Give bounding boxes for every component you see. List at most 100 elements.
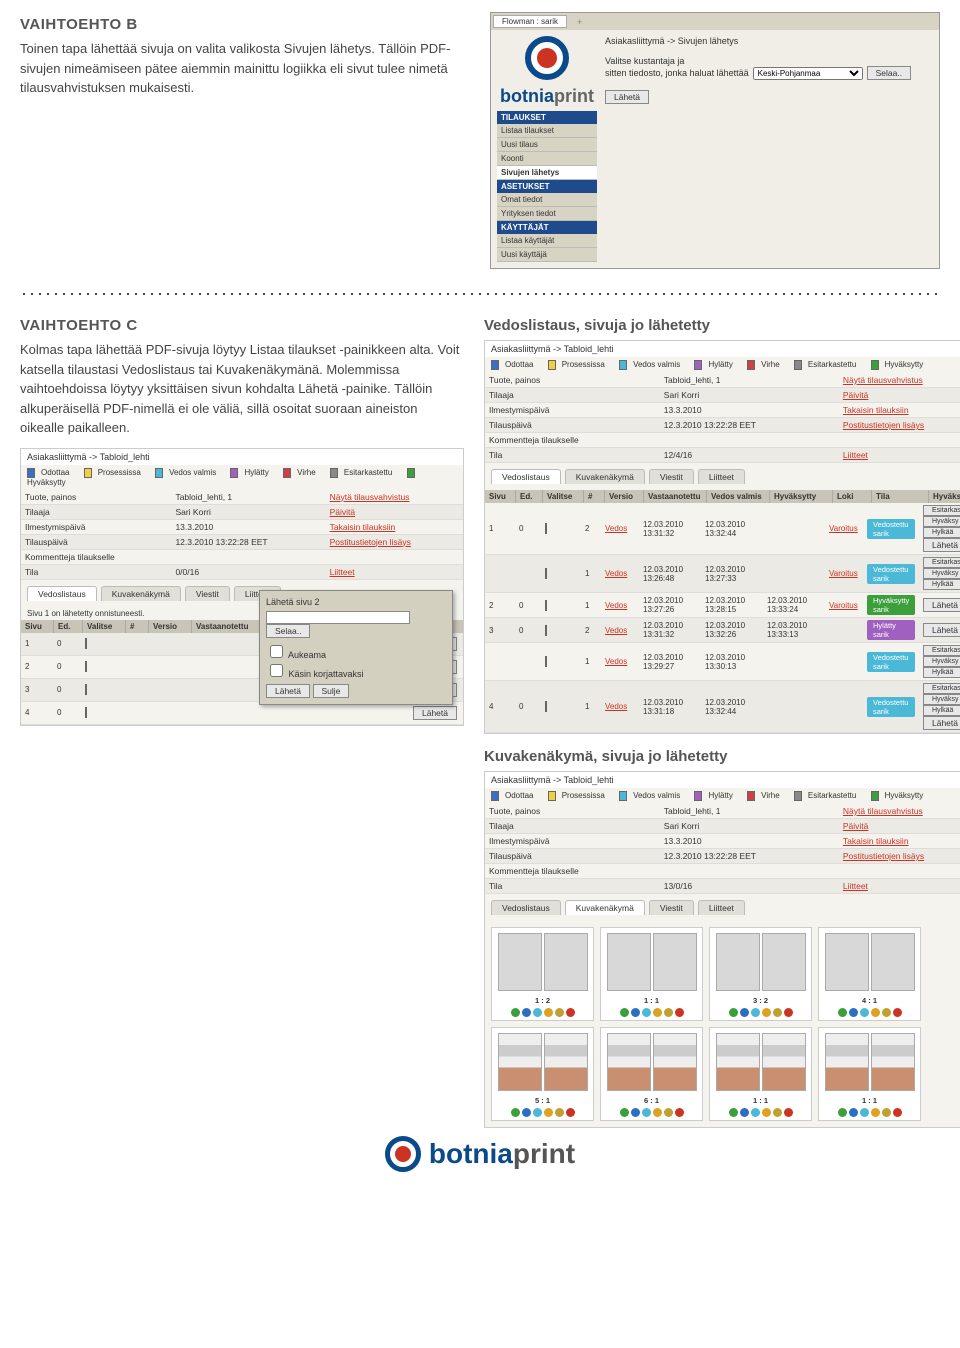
ok-icon[interactable] xyxy=(729,1008,738,1017)
side-omat-tiedot[interactable]: Omat tiedot xyxy=(497,193,597,207)
edit-icon[interactable] xyxy=(664,1008,673,1017)
thumb-cell[interactable]: 1 : 1 xyxy=(709,1027,812,1121)
delete-icon[interactable] xyxy=(566,1008,575,1017)
edit-icon[interactable] xyxy=(555,1008,564,1017)
link-paivita[interactable]: Päivitä xyxy=(330,507,356,517)
delete-icon[interactable] xyxy=(784,1108,793,1117)
warn-icon[interactable] xyxy=(762,1008,771,1017)
tab-viestit[interactable]: Viestit xyxy=(185,586,230,601)
vedos-breadcrumb: Asiakasliittymä -> Tabloid_lehti xyxy=(485,341,960,357)
delete-icon[interactable] xyxy=(675,1008,684,1017)
popup-browse-button[interactable]: Selaa.. xyxy=(266,624,310,638)
refresh-icon[interactable] xyxy=(751,1108,760,1117)
edit-icon[interactable] xyxy=(555,1108,564,1117)
warn-icon[interactable] xyxy=(871,1108,880,1117)
refresh-icon[interactable] xyxy=(533,1008,542,1017)
browse-button[interactable]: Selaa.. xyxy=(867,66,911,80)
info-icon[interactable] xyxy=(522,1108,531,1117)
link-postitus[interactable]: Postitustietojen lisäys xyxy=(330,537,411,547)
side-yrityksen-tiedot[interactable]: Yrityksen tiedot xyxy=(497,207,597,221)
delete-icon[interactable] xyxy=(893,1108,902,1117)
thumb-cell[interactable]: 1 : 2 xyxy=(491,927,594,1021)
info-icon[interactable] xyxy=(631,1108,640,1117)
thumb-cell[interactable]: 5 : 1 xyxy=(491,1027,594,1121)
popup-file-input[interactable] xyxy=(266,611,410,624)
page-thumb[interactable] xyxy=(85,684,87,695)
page-thumb[interactable] xyxy=(545,523,547,534)
warn-icon[interactable] xyxy=(762,1108,771,1117)
info-icon[interactable] xyxy=(849,1008,858,1017)
thumb-cell[interactable]: 4 : 1 xyxy=(818,927,921,1021)
info-icon[interactable] xyxy=(522,1008,531,1017)
row-send-button[interactable]: Lähetä xyxy=(923,716,960,730)
refresh-icon[interactable] xyxy=(642,1108,651,1117)
side-uusi-kayttaja[interactable]: Uusi käyttäjä xyxy=(497,248,597,262)
browser-tab[interactable]: Flowman : sarik xyxy=(493,15,567,28)
refresh-icon[interactable] xyxy=(860,1108,869,1117)
warn-icon[interactable] xyxy=(544,1108,553,1117)
edit-icon[interactable] xyxy=(773,1108,782,1117)
refresh-icon[interactable] xyxy=(533,1108,542,1117)
ok-icon[interactable] xyxy=(838,1108,847,1117)
refresh-icon[interactable] xyxy=(751,1008,760,1017)
warn-icon[interactable] xyxy=(544,1008,553,1017)
page-thumb[interactable] xyxy=(545,656,547,667)
delete-icon[interactable] xyxy=(893,1008,902,1017)
link-liitteet[interactable]: Liitteet xyxy=(330,567,355,577)
edit-icon[interactable] xyxy=(882,1008,891,1017)
side-listaa-kayttajat[interactable]: Listaa käyttäjät xyxy=(497,234,597,248)
new-tab-icon[interactable]: + xyxy=(571,17,588,27)
page-thumb[interactable] xyxy=(85,661,87,672)
popup-send-button[interactable]: Lähetä xyxy=(266,684,310,698)
send-button[interactable]: Lähetä xyxy=(605,90,649,104)
refresh-icon[interactable] xyxy=(642,1008,651,1017)
ok-icon[interactable] xyxy=(838,1008,847,1017)
page-thumb[interactable] xyxy=(545,568,547,579)
popup-chk-korjattavaksi[interactable] xyxy=(270,664,283,677)
edit-icon[interactable] xyxy=(882,1108,891,1117)
page-thumb[interactable] xyxy=(545,701,547,712)
page-thumb[interactable] xyxy=(545,625,547,636)
warn-icon[interactable] xyxy=(871,1008,880,1017)
info-icon[interactable] xyxy=(631,1008,640,1017)
thumb-cell[interactable]: 1 : 1 xyxy=(818,1027,921,1121)
row-send-button[interactable]: Lähetä xyxy=(413,706,457,720)
ok-icon[interactable] xyxy=(620,1008,629,1017)
warn-icon[interactable] xyxy=(653,1108,662,1117)
refresh-icon[interactable] xyxy=(860,1008,869,1017)
delete-icon[interactable] xyxy=(784,1008,793,1017)
tab-kuvakenakyma[interactable]: Kuvakenäkymä xyxy=(101,586,181,601)
ok-icon[interactable] xyxy=(511,1108,520,1117)
popup-chk-aukeama[interactable] xyxy=(270,645,283,658)
page-thumb[interactable] xyxy=(85,638,87,649)
delete-icon[interactable] xyxy=(675,1108,684,1117)
thumb-cell[interactable]: 1 : 1 xyxy=(600,927,703,1021)
vedos-row: 102Vedos12.03.2010 13:31:3212.03.2010 13… xyxy=(485,503,960,555)
edit-icon[interactable] xyxy=(773,1008,782,1017)
row-send-button[interactable]: Lähetä xyxy=(923,598,960,612)
popup-close-button[interactable]: Sulje xyxy=(313,684,350,698)
info-icon[interactable] xyxy=(849,1108,858,1117)
link-tilausvahvistus[interactable]: Näytä tilausvahvistus xyxy=(330,492,410,502)
row-send-button[interactable]: Lähetä xyxy=(923,623,960,637)
side-uusi-tilaus[interactable]: Uusi tilaus xyxy=(497,138,597,152)
publisher-select[interactable]: Keski-Pohjanmaa xyxy=(753,67,863,80)
info-icon[interactable] xyxy=(740,1008,749,1017)
tab-vedoslistaus[interactable]: Vedoslistaus xyxy=(27,586,97,601)
edit-icon[interactable] xyxy=(664,1108,673,1117)
side-koonti[interactable]: Koonti xyxy=(497,152,597,166)
delete-icon[interactable] xyxy=(566,1108,575,1117)
page-thumb[interactable] xyxy=(545,600,547,611)
ok-icon[interactable] xyxy=(620,1108,629,1117)
row-send-button[interactable]: Lähetä xyxy=(923,538,960,552)
page-thumb[interactable] xyxy=(85,707,87,718)
link-takaisin[interactable]: Takaisin tilauksiin xyxy=(330,522,396,532)
side-sivujen-lahetys[interactable]: Sivujen lähetys xyxy=(497,166,597,180)
ok-icon[interactable] xyxy=(511,1008,520,1017)
ok-icon[interactable] xyxy=(729,1108,738,1117)
thumb-cell[interactable]: 3 : 2 xyxy=(709,927,812,1021)
thumb-cell[interactable]: 6 : 1 xyxy=(600,1027,703,1121)
side-listaa-tilaukset[interactable]: Listaa tilaukset xyxy=(497,124,597,138)
warn-icon[interactable] xyxy=(653,1008,662,1017)
info-icon[interactable] xyxy=(740,1108,749,1117)
